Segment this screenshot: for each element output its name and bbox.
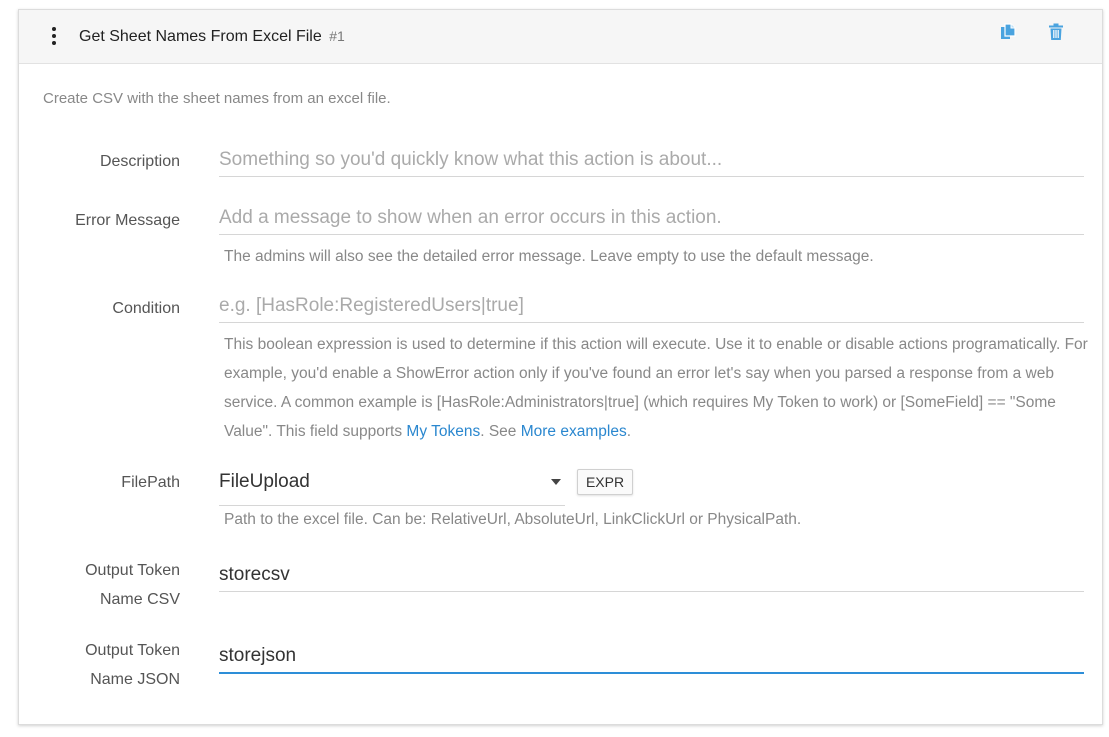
more-options-icon[interactable]	[50, 27, 58, 45]
output-json-label-line2: Name JSON	[90, 671, 180, 688]
action-card: Get Sheet Names From Excel File #1 Creat…	[18, 9, 1103, 725]
chevron-down-icon	[551, 479, 561, 485]
action-name: Get Sheet Names From Excel File	[79, 28, 322, 45]
output-json-input[interactable]: storejson	[219, 639, 1084, 674]
card-title: Get Sheet Names From Excel File #1	[79, 28, 345, 46]
output-csv-label: Output Token Name CSV	[85, 556, 180, 614]
description-input[interactable]: Something so you'd quickly know what thi…	[219, 143, 1084, 177]
filepath-selected-value: FileUpload	[219, 471, 310, 492]
card-header: Get Sheet Names From Excel File #1	[19, 10, 1102, 64]
error-message-help: The admins will also see the detailed er…	[224, 248, 874, 265]
condition-help-text: This boolean expression is used to deter…	[224, 336, 1088, 440]
output-json-label: Output Token Name JSON	[85, 636, 180, 694]
output-csv-label-line2: Name CSV	[99, 591, 180, 608]
trash-icon[interactable]	[1048, 23, 1064, 46]
copy-icon[interactable]	[1000, 23, 1016, 46]
error-message-input[interactable]: Add a message to show when an error occu…	[219, 201, 1084, 235]
output-json-label-line1: Output Token	[85, 642, 180, 659]
action-description-text: Create CSV with the sheet names from an …	[43, 90, 391, 107]
error-message-label: Error Message	[75, 212, 180, 229]
filepath-select[interactable]: FileUpload	[219, 464, 565, 506]
condition-help: This boolean expression is used to deter…	[224, 330, 1094, 446]
more-examples-link[interactable]: More examples	[521, 423, 627, 440]
my-tokens-link[interactable]: My Tokens	[406, 423, 480, 440]
condition-help-end: .	[626, 423, 632, 440]
condition-help-mid: . See	[480, 423, 521, 440]
action-number: #1	[329, 28, 345, 44]
output-csv-label-line1: Output Token	[85, 562, 180, 579]
condition-label: Condition	[112, 300, 180, 317]
output-csv-input[interactable]: storecsv	[219, 558, 1084, 592]
expr-button[interactable]: EXPR	[577, 469, 633, 495]
filepath-label: FilePath	[121, 474, 180, 491]
filepath-help: Path to the excel file. Can be: Relative…	[224, 511, 802, 528]
description-label: Description	[99, 153, 180, 170]
condition-input[interactable]: e.g. [HasRole:RegisteredUsers|true]	[219, 289, 1084, 323]
